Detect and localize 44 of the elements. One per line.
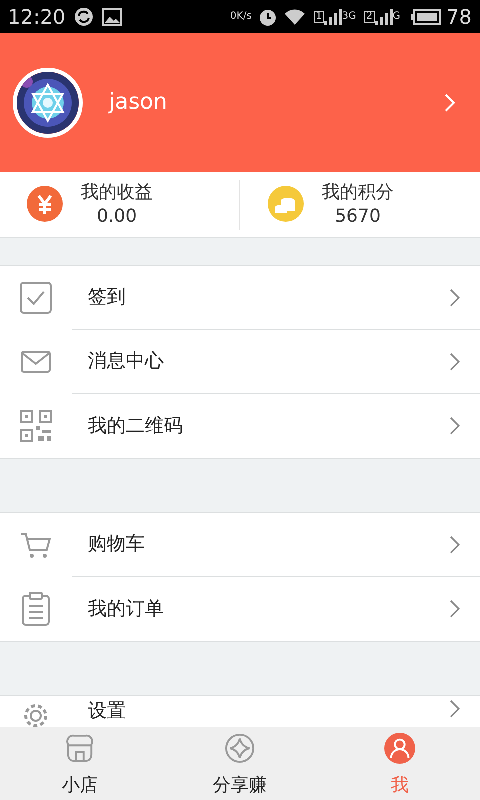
sim-slot-text: 2 <box>364 10 375 22</box>
yen-icon <box>27 186 63 222</box>
sim-slot-text: 1 <box>314 10 324 22</box>
envelope-icon <box>21 351 51 373</box>
wifi-icon <box>284 8 306 26</box>
coins-icon <box>268 186 304 222</box>
chevron-icon <box>450 288 460 306</box>
cart-icon <box>20 531 52 559</box>
chevron-icon <box>444 92 456 112</box>
username: jason <box>109 89 168 117</box>
clock-text: 12:20 <box>8 4 66 30</box>
signal-icon <box>324 8 342 24</box>
menu-label: 购物车 <box>88 532 145 558</box>
stat-label: 我的收益 <box>81 181 153 206</box>
menu-label: 我的订单 <box>88 596 164 622</box>
battery-icon <box>410 8 441 24</box>
sync-icon <box>74 6 94 26</box>
shop-icon <box>64 733 96 764</box>
stat-label: 我的积分 <box>322 181 394 206</box>
signal-icon <box>374 8 393 24</box>
tab[interactable]: 分享赚 <box>160 727 320 800</box>
network-type-text: G <box>392 10 401 24</box>
menu-label: 我的二维码 <box>88 414 183 439</box>
tab[interactable]: 小店 <box>0 727 160 800</box>
avatar[interactable] <box>13 68 83 138</box>
chevron-icon <box>450 700 460 718</box>
chevron-icon <box>450 417 460 435</box>
user-icon <box>384 733 416 764</box>
menu-label: 消息中心 <box>88 349 164 374</box>
checkbox-icon <box>20 282 52 314</box>
image-icon <box>102 8 122 26</box>
menu-label: 设置 <box>88 700 126 723</box>
stat-value: 0.00 <box>96 205 138 229</box>
network-type-text: 3G <box>342 10 356 24</box>
menu-label: 签到 <box>88 285 126 310</box>
qr-code-icon <box>20 410 52 442</box>
stat-value: 5670 <box>335 205 381 229</box>
net-speed-text: 0K/s <box>230 10 252 24</box>
chevron-icon <box>450 536 460 554</box>
chevron-icon <box>450 352 460 370</box>
clipboard-icon <box>22 592 50 626</box>
battery-level-text: 78 <box>446 4 472 30</box>
sparkle-icon <box>224 733 256 764</box>
chevron-icon <box>450 600 460 618</box>
